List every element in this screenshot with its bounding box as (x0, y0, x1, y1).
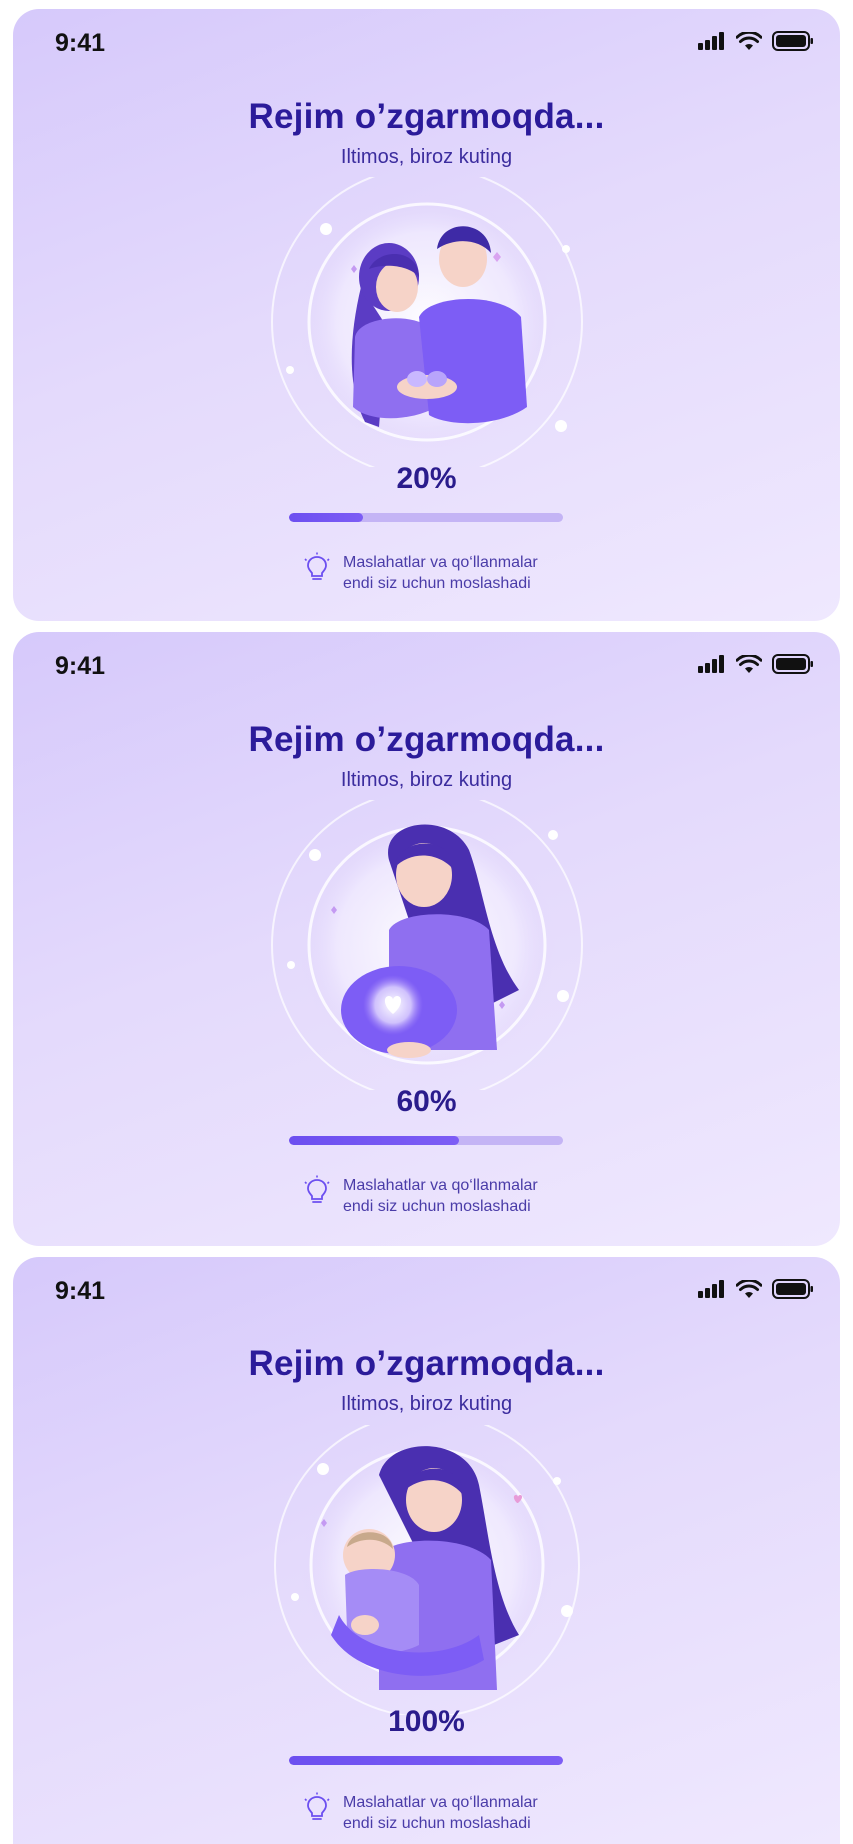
tip-row: Maslahatlar va qo‘llanmalar endi siz uch… (303, 1792, 538, 1834)
page-subtitle: Iltimos, biroz kuting (340, 146, 513, 168)
tip-line-2: endi siz uchun moslashadi (343, 1815, 531, 1832)
status-bar: 9:41 (13, 9, 840, 69)
progress-bar (289, 1136, 563, 1145)
tip-row: Maslahatlar va qo‘llanmalar endi siz uch… (303, 1175, 538, 1217)
battery-icon (772, 1279, 813, 1299)
signal-icon (698, 1280, 724, 1298)
status-icons (698, 1279, 814, 1299)
mother-baby-illustration (269, 1425, 585, 1715)
tip-line-1: Maslahatlar va qo‘llanmalar (343, 554, 538, 571)
battery-icon (772, 654, 813, 674)
lightbulb-icon (304, 1175, 330, 1203)
page-title: Rejim o’zgarmoqda... (248, 1344, 605, 1383)
tip-row: Maslahatlar va qo‘llanmalar endi siz uch… (303, 552, 538, 594)
status-time: 9:41 (55, 1277, 106, 1305)
couple-illustration (269, 177, 585, 467)
tip-line-1: Maslahatlar va qo‘llanmalar (343, 1794, 538, 1811)
page-title: Rejim o’zgarmoqda... (248, 97, 605, 136)
status-time: 9:41 (55, 652, 106, 680)
tip-text: Maslahatlar va qo‘llanmalar endi siz uch… (343, 1175, 538, 1217)
page-subtitle: Iltimos, biroz kuting (340, 769, 513, 791)
tip-line-1: Maslahatlar va qo‘llanmalar (343, 1177, 538, 1194)
lightbulb-icon (304, 1792, 330, 1820)
status-time: 9:41 (55, 29, 106, 57)
status-bar: 9:41 (13, 1257, 840, 1317)
onboarding-stack: 9:41 Rejim o’zgarmoqda... Iltimos, biroz… (0, 0, 853, 1844)
progress-fill (289, 1136, 459, 1145)
tip-text: Maslahatlar va qo‘llanmalar endi siz uch… (343, 1792, 538, 1834)
progress-bar (289, 1756, 563, 1765)
progress-fill (289, 1756, 563, 1765)
wifi-icon (736, 31, 762, 50)
page-subtitle: Iltimos, biroz kuting (340, 1393, 513, 1415)
tip-text: Maslahatlar va qo‘llanmalar endi siz uch… (343, 552, 538, 594)
battery-icon (772, 31, 813, 51)
wifi-icon (736, 654, 762, 673)
signal-icon (698, 32, 724, 50)
status-icons (698, 654, 814, 674)
progress-bar (289, 513, 563, 522)
status-bar: 9:41 (13, 632, 840, 692)
tip-line-2: endi siz uchun moslashadi (343, 575, 531, 592)
mode-change-screen-100: 9:41 Rejim o’zgarmoqda... Iltimos, biroz… (13, 1257, 840, 1844)
progress-percent: 20% (396, 462, 457, 495)
lightbulb-icon (304, 552, 330, 580)
mode-change-screen-20: 9:41 Rejim o’zgarmoqda... Iltimos, biroz… (13, 9, 840, 621)
signal-icon (698, 655, 724, 673)
wifi-icon (736, 1279, 762, 1298)
progress-fill (289, 513, 363, 522)
progress-percent: 100% (388, 1705, 465, 1738)
status-icons (698, 31, 814, 51)
tip-line-2: endi siz uchun moslashadi (343, 1198, 531, 1215)
mode-change-screen-60: 9:41 Rejim o’zgarmoqda... Iltimos, biroz… (13, 632, 840, 1246)
pregnant-woman-illustration (269, 800, 585, 1090)
page-title: Rejim o’zgarmoqda... (248, 720, 605, 759)
progress-percent: 60% (396, 1085, 457, 1118)
